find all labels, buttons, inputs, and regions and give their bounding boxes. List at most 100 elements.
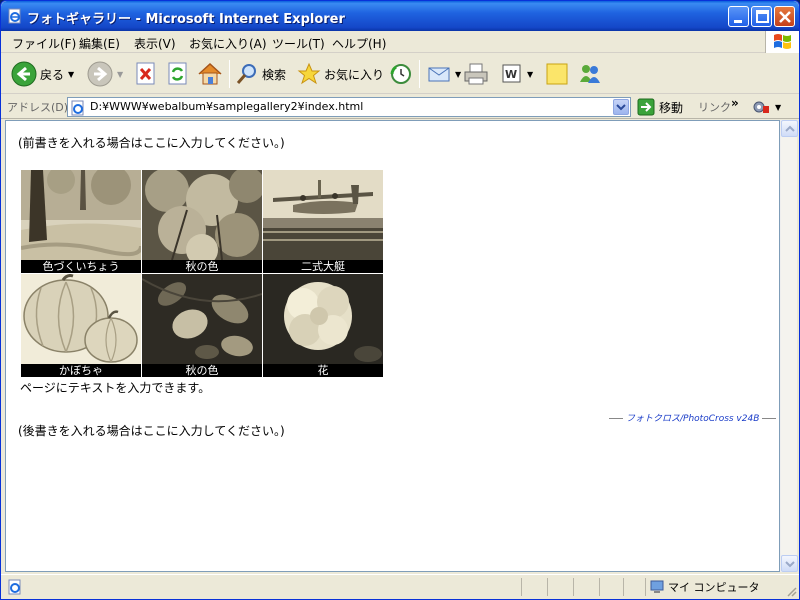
ie-page-icon bbox=[8, 8, 21, 24]
history-button[interactable] bbox=[389, 58, 413, 90]
window-title: フォトギャラリー - Microsoft Internet Explorer bbox=[27, 12, 345, 27]
menu-edit[interactable]: 編集(E) bbox=[76, 34, 123, 53]
flying-boat-photo bbox=[263, 170, 383, 260]
messenger-icon bbox=[580, 65, 600, 83]
stop-button[interactable] bbox=[135, 58, 157, 90]
menu-file[interactable]: ファイル(F) bbox=[9, 34, 79, 53]
back-button[interactable]: 戻る ▼ bbox=[11, 58, 74, 90]
favorites-button[interactable]: お気に入り bbox=[297, 58, 384, 90]
gallery-caption: かぼちゃ bbox=[59, 364, 103, 377]
word-edit-icon: W bbox=[502, 64, 521, 83]
gallery-caption: 秋の色 bbox=[185, 260, 219, 273]
credit-text: フォトクロス/PhotoCross v24B bbox=[626, 414, 760, 424]
maximize-button[interactable] bbox=[751, 6, 772, 27]
status-bar: マイ コンピュータ bbox=[1, 574, 799, 599]
gallery-item-1[interactable]: 秋の色 bbox=[142, 170, 262, 273]
status-pane bbox=[645, 578, 646, 596]
menu-favorites[interactable]: お気に入り(A) bbox=[186, 34, 270, 53]
gallery-item-5[interactable]: 花 bbox=[263, 274, 383, 377]
flower-photo bbox=[263, 274, 383, 364]
gallery-caption: 二式大艇 bbox=[301, 260, 345, 273]
mail-button[interactable]: ▼ bbox=[427, 58, 461, 90]
forward-dropdown-icon[interactable]: ▼ bbox=[117, 70, 123, 79]
search-button[interactable]: 検索 bbox=[235, 58, 286, 90]
credit-divider bbox=[762, 418, 777, 419]
address-input[interactable]: D:¥WWW¥webalbum¥samplegallery2¥index.htm… bbox=[67, 97, 631, 117]
home-button[interactable] bbox=[197, 58, 223, 90]
gear-icon bbox=[753, 101, 769, 113]
forward-arrow-icon bbox=[87, 61, 113, 87]
gallery-item-2[interactable]: 二式大艇 bbox=[263, 170, 383, 273]
svg-text:W: W bbox=[505, 68, 517, 81]
credit-link[interactable]: フォトクロス/PhotoCross v24B bbox=[606, 411, 779, 424]
star-icon bbox=[297, 62, 321, 85]
history-icon bbox=[390, 64, 411, 84]
address-dropdown-button[interactable] bbox=[613, 99, 629, 115]
edit-dropdown-icon[interactable]: ▼ bbox=[527, 70, 533, 79]
ie-page-icon bbox=[71, 100, 84, 116]
back-dropdown-icon[interactable]: ▼ bbox=[68, 70, 74, 79]
back-arrow-icon bbox=[11, 61, 37, 87]
address-url: D:¥WWW¥webalbum¥samplegallery2¥index.htm… bbox=[90, 100, 364, 113]
address-label: アドレス(D) bbox=[7, 101, 69, 114]
refresh-button[interactable] bbox=[167, 58, 189, 90]
go-label: 移動 bbox=[659, 100, 684, 115]
toolbar-extra-button[interactable]: ▼ bbox=[751, 98, 781, 116]
my-computer-icon bbox=[650, 580, 664, 593]
status-pane bbox=[623, 578, 624, 596]
mail-dropdown-icon[interactable]: ▼ bbox=[455, 70, 461, 79]
autumn-leaves-photo bbox=[142, 274, 262, 364]
gallery-caption: 色づくいちょう bbox=[42, 260, 120, 273]
minimize-button[interactable] bbox=[728, 6, 749, 27]
close-button[interactable] bbox=[774, 6, 795, 27]
body-text: ページにテキストを入力できます。 bbox=[20, 381, 211, 395]
back-label: 戻る bbox=[40, 67, 65, 82]
forward-button[interactable]: ▼ bbox=[87, 58, 123, 90]
discuss-button[interactable] bbox=[545, 58, 569, 90]
gallery-item-4[interactable]: 秋の色 bbox=[142, 274, 262, 377]
status-pane bbox=[547, 578, 548, 596]
pumpkin-photo bbox=[21, 274, 141, 364]
status-pane bbox=[521, 578, 522, 596]
mail-icon bbox=[428, 67, 450, 82]
links-chevron-icon[interactable]: » bbox=[731, 96, 739, 110]
refresh-icon bbox=[168, 62, 187, 85]
resize-grip-icon[interactable] bbox=[785, 585, 797, 597]
security-zone: マイ コンピュータ bbox=[649, 579, 760, 595]
afterword-text: (後書きを入れる場合はここに入力してください。) bbox=[18, 424, 285, 438]
preface-text: (前書きを入れる場合はここに入力してください。) bbox=[18, 136, 285, 150]
gallery-caption: 花 bbox=[317, 364, 329, 377]
favorites-label: お気に入り bbox=[324, 67, 385, 82]
extra-dropdown-icon[interactable]: ▼ bbox=[775, 103, 781, 112]
scroll-up-button[interactable] bbox=[781, 120, 798, 137]
chevron-down-icon bbox=[616, 104, 626, 111]
edit-button[interactable]: W ▼ bbox=[501, 58, 533, 90]
menu-help[interactable]: ヘルプ(H) bbox=[329, 34, 389, 53]
vertical-scrollbar[interactable] bbox=[780, 120, 798, 572]
ginkgo-tree-photo bbox=[21, 170, 141, 260]
menu-view[interactable]: 表示(V) bbox=[131, 34, 179, 53]
scroll-down-button[interactable] bbox=[781, 555, 798, 572]
sticky-note-icon bbox=[546, 63, 568, 85]
gallery-item-3[interactable]: かぼちゃ bbox=[21, 274, 141, 377]
stop-icon bbox=[136, 62, 155, 85]
go-button[interactable]: 移動 bbox=[637, 98, 683, 116]
search-label: 検索 bbox=[262, 67, 287, 82]
search-icon bbox=[236, 64, 256, 84]
menu-bar: ファイル(F) 編集(E) 表示(V) お気に入り(A) ツール(T) ヘルプ(… bbox=[1, 31, 799, 53]
page-content: (前書きを入れる場合はここに入力してください。) 色づくいちょう 秋の色 二式大… bbox=[5, 120, 780, 572]
zone-label: マイ コンピュータ bbox=[668, 581, 760, 594]
ie-window: フォトギャラリー - Microsoft Internet Explorer フ… bbox=[0, 0, 800, 600]
autumn-foliage-photo bbox=[142, 170, 262, 260]
toolbar-separator bbox=[419, 60, 420, 88]
menu-tools[interactable]: ツール(T) bbox=[269, 34, 328, 53]
print-button[interactable] bbox=[463, 58, 489, 90]
messenger-button[interactable] bbox=[577, 58, 603, 90]
windows-logo-icon bbox=[765, 31, 799, 53]
home-icon bbox=[198, 62, 222, 85]
gallery-item-0[interactable]: 色づくいちょう bbox=[21, 170, 141, 273]
photo-gallery: 色づくいちょう 秋の色 二式大艇 かぼちゃ 秋の色 花 bbox=[21, 170, 384, 378]
links-label[interactable]: リンク bbox=[698, 99, 731, 115]
printer-icon bbox=[464, 63, 488, 85]
title-bar[interactable]: フォトギャラリー - Microsoft Internet Explorer bbox=[1, 1, 799, 31]
